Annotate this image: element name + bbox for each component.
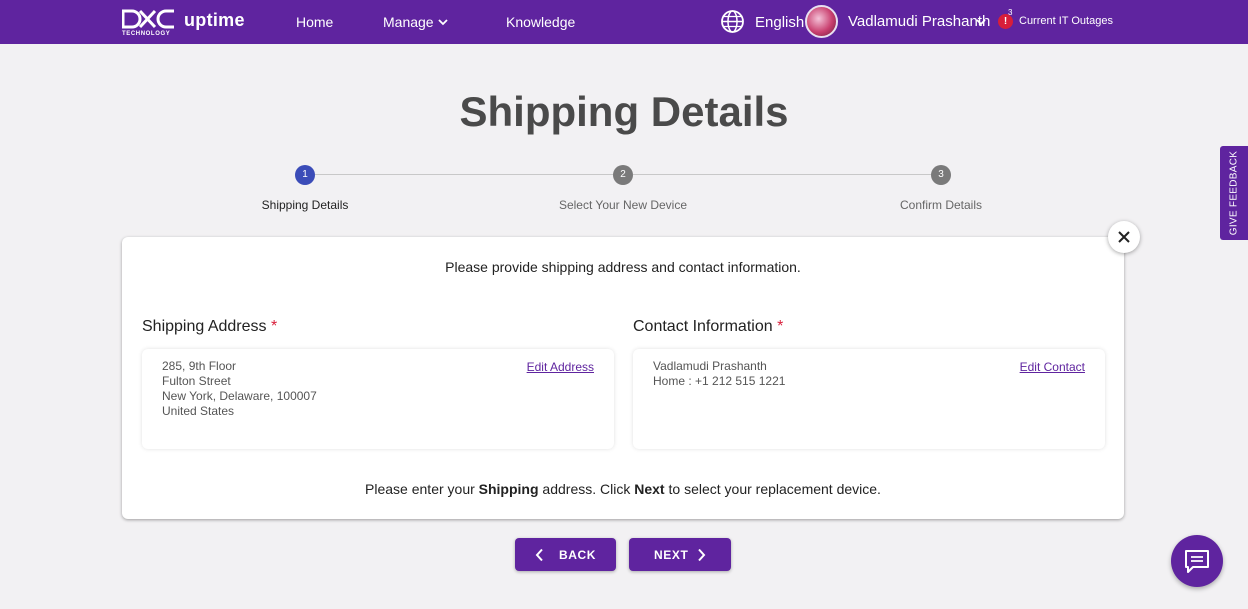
give-feedback-label: GIVE FEEDBACK — [1228, 150, 1240, 236]
globe-icon[interactable] — [720, 9, 745, 34]
contact-information-box: Vadlamudi Prashanth Home : +1 212 515 12… — [633, 349, 1105, 449]
required-marker: * — [270, 318, 278, 335]
give-feedback-tab[interactable]: GIVE FEEDBACK — [1220, 146, 1248, 240]
step-indicator-1: 1 — [295, 165, 315, 185]
close-button[interactable] — [1108, 221, 1140, 253]
user-name[interactable]: Vadlamudi Prashanth — [848, 13, 990, 30]
language-selector[interactable]: English — [755, 14, 804, 31]
instruction-text-part: Please enter your — [365, 481, 479, 497]
card-intro-text: Please provide shipping address and cont… — [445, 259, 801, 275]
instruction-text-part: to select your replacement device. — [664, 481, 881, 497]
avatar[interactable] — [805, 5, 838, 38]
close-icon — [1118, 231, 1130, 243]
contact-lines: Vadlamudi Prashanth Home : +1 212 515 12… — [653, 359, 785, 389]
contact-line: Home : +1 212 515 1221 — [653, 374, 786, 388]
shipping-details-card: Please provide shipping address and cont… — [122, 237, 1124, 519]
shipping-address-box: 285, 9th Floor Fulton Street New York, D… — [142, 349, 614, 449]
next-button[interactable]: NEXT — [629, 538, 731, 571]
alert-count-badge: 3 — [1008, 8, 1013, 17]
chat-icon — [1185, 550, 1209, 573]
step-label-2: Select Your New Device — [558, 198, 688, 212]
chat-button[interactable] — [1171, 535, 1223, 587]
address-line: 285, 9th Floor — [162, 359, 237, 373]
brand-name[interactable]: uptime — [184, 10, 245, 31]
logo-subtitle: TECHNOLOGY — [122, 31, 171, 37]
chevron-left-icon — [535, 548, 543, 562]
address-line: New York, Delaware, 100007 — [162, 389, 317, 403]
instruction-text: Please enter your Shipping address. Clic… — [122, 481, 1124, 497]
back-button-label: BACK — [559, 548, 597, 562]
nav-knowledge[interactable]: Knowledge — [506, 14, 575, 30]
next-button-label: NEXT — [654, 548, 689, 562]
required-marker: * — [777, 318, 784, 335]
step-connector — [315, 174, 613, 175]
instruction-text-bold: Shipping — [478, 481, 539, 497]
step-connector — [633, 174, 931, 175]
chevron-right-icon — [698, 548, 706, 562]
chevron-down-icon[interactable] — [438, 17, 448, 27]
contact-line: Vadlamudi Prashanth — [653, 359, 767, 373]
current-outages-link[interactable]: Current IT Outages — [1019, 15, 1113, 27]
address-line: Fulton Street — [162, 374, 231, 388]
instruction-text-part: address. Click — [538, 481, 635, 497]
step-label-3: Confirm Details — [899, 198, 983, 212]
step-indicator-2: 2 — [613, 165, 633, 185]
contact-information-heading-text: Contact Information — [633, 318, 773, 335]
address-line: United States — [162, 404, 235, 418]
chevron-down-icon[interactable] — [976, 17, 986, 27]
step-label-1: Shipping Details — [261, 198, 349, 212]
nav-home[interactable]: Home — [296, 14, 333, 30]
nav-manage[interactable]: Manage — [383, 14, 434, 30]
contact-information-heading: Contact Information * — [633, 318, 783, 336]
step-indicator-3: 3 — [931, 165, 951, 185]
edit-contact-link[interactable]: Edit Contact — [1020, 360, 1085, 374]
shipping-address-heading-text: Shipping Address — [142, 318, 267, 335]
instruction-text-bold: Next — [634, 481, 665, 497]
edit-address-link[interactable]: Edit Address — [527, 360, 594, 374]
back-button[interactable]: BACK — [515, 538, 616, 571]
page-title: Shipping Details — [459, 88, 789, 135]
shipping-address-heading: Shipping Address * — [142, 318, 277, 336]
top-navigation-bar: TECHNOLOGY uptime Home Manage Knowledge … — [0, 0, 1248, 44]
address-lines: 285, 9th Floor Fulton Street New York, D… — [162, 359, 317, 419]
